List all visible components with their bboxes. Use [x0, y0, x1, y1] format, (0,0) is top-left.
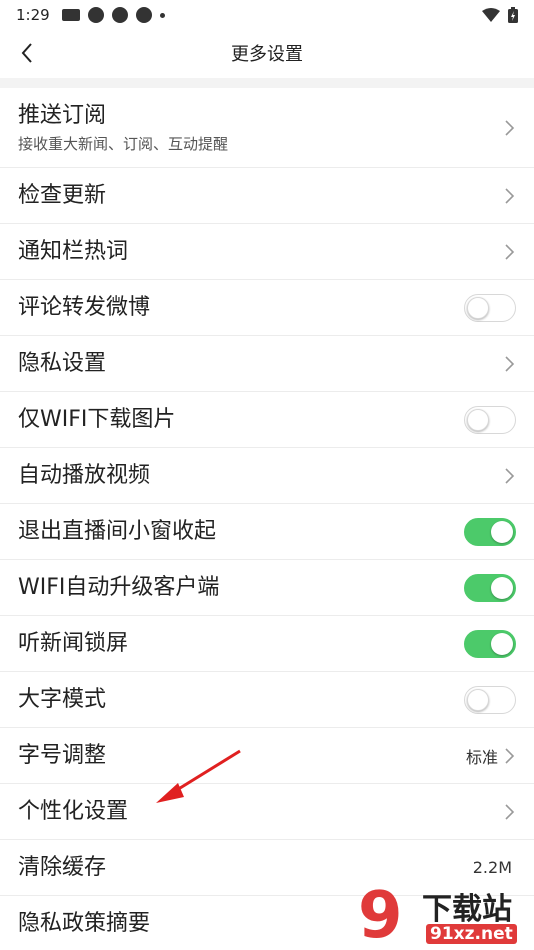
settings-row-text: 大字模式 — [18, 685, 464, 715]
chevron-right-icon — [502, 801, 516, 823]
settings-row-label: 推送订阅 — [18, 103, 107, 128]
settings-row-text: 评论转发微博 — [18, 293, 464, 323]
settings-row[interactable]: 推送订阅接收重大新闻、订阅、互动提醒 — [0, 88, 534, 168]
settings-row-label: 检查更新 — [18, 182, 107, 208]
settings-row-text: WIFI自动升级客户端 — [18, 573, 464, 603]
toggle-switch[interactable] — [464, 685, 516, 714]
toggle-knob — [467, 296, 489, 319]
settings-row[interactable]: 自动播放视频 — [0, 448, 534, 504]
toggle-switch[interactable] — [464, 517, 516, 546]
toggle-knob — [467, 688, 489, 711]
top-app-bar: 更多设置 — [0, 30, 534, 76]
chevron-right-icon — [502, 745, 516, 767]
settings-row-label: 个性化设置 — [18, 798, 129, 824]
settings-row[interactable]: 隐私设置 — [0, 336, 534, 392]
back-button[interactable] — [10, 36, 44, 70]
wifi-icon — [482, 8, 500, 22]
settings-row-label: 字号调整 — [18, 742, 107, 768]
settings-row[interactable]: 字号调整 标准 — [0, 728, 534, 784]
settings-row[interactable]: 退出直播间小窗收起 — [0, 504, 534, 560]
settings-row-label: 退出直播间小窗收起 — [18, 518, 217, 544]
status-bar: 1:29 — [0, 0, 534, 30]
chevron-right-icon — [502, 117, 516, 139]
watermark-logo: 9 — [358, 879, 403, 950]
settings-row-text: 退出直播间小窗收起 — [18, 517, 464, 547]
settings-row-label: 自动播放视频 — [18, 462, 151, 488]
chevron-right-icon — [502, 465, 516, 487]
settings-list: 推送订阅接收重大新闻、订阅、互动提醒检查更新通知栏热词评论转发微博 隐私设置仅WI… — [0, 88, 534, 950]
app-notification-icon — [87, 7, 104, 23]
news-app-icon — [61, 9, 80, 21]
watermark-domain: 91xz.net — [426, 924, 517, 944]
more-notifications-icon — [159, 12, 165, 18]
settings-row[interactable]: 听新闻锁屏 — [0, 616, 534, 672]
battery-icon — [508, 7, 518, 23]
settings-row-label: 大字模式 — [18, 686, 107, 712]
chevron-right-icon — [502, 185, 516, 207]
settings-row-text: 字号调整 — [18, 741, 466, 771]
app-notification-icon — [111, 7, 128, 23]
settings-row-label: 听新闻锁屏 — [18, 630, 129, 656]
settings-row-description: 接收重大新闻、订阅、互动提醒 — [18, 135, 229, 153]
toggle-switch[interactable] — [464, 629, 516, 658]
section-divider — [0, 78, 534, 88]
settings-row-text: 仅WIFI下载图片 — [18, 405, 464, 435]
chevron-right-icon — [502, 353, 516, 375]
toggle-switch[interactable] — [464, 405, 516, 434]
page-title: 更多设置 — [231, 44, 303, 65]
settings-row-text: 清除缓存 — [18, 853, 473, 883]
settings-row-text: 推送订阅接收重大新闻、订阅、互动提醒 — [18, 101, 502, 154]
back-arrow-icon — [21, 43, 32, 63]
toggle-knob — [491, 576, 513, 599]
app-notification-icon — [135, 7, 152, 23]
settings-row-text: 检查更新 — [18, 181, 502, 211]
chevron-right-icon — [502, 241, 516, 263]
settings-row[interactable]: 大字模式 — [0, 672, 534, 728]
settings-row[interactable]: 通知栏热词 — [0, 224, 534, 280]
settings-row-label: 评论转发微博 — [18, 294, 151, 320]
settings-row-label: 隐私设置 — [18, 350, 107, 376]
settings-row-value: 2.2M — [472, 858, 512, 877]
settings-row[interactable]: WIFI自动升级客户端 — [0, 560, 534, 616]
settings-row-text: 听新闻锁屏 — [18, 629, 464, 659]
settings-row-label: 清除缓存 — [18, 854, 107, 880]
settings-row[interactable]: 仅WIFI下载图片 — [0, 392, 534, 448]
notification-icons — [61, 7, 165, 23]
settings-row-text: 自动播放视频 — [18, 461, 502, 491]
watermark-text: 下载站 — [422, 892, 512, 927]
settings-row[interactable]: 评论转发微博 — [0, 280, 534, 336]
toggle-knob — [467, 408, 489, 431]
settings-row-label: 仅WIFI下载图片 — [18, 406, 176, 432]
settings-row-label: WIFI自动升级客户端 — [18, 574, 220, 600]
status-time: 1:29 — [16, 6, 50, 24]
settings-row-label: 通知栏热词 — [18, 238, 129, 264]
toggle-knob — [491, 632, 513, 655]
toggle-knob — [491, 520, 513, 543]
toggle-switch[interactable] — [464, 293, 516, 322]
settings-row-text: 个性化设置 — [18, 797, 502, 827]
settings-row-value: 标准 — [465, 747, 498, 767]
settings-row[interactable]: 检查更新 — [0, 168, 534, 224]
toggle-switch[interactable] — [464, 573, 516, 602]
settings-row-text: 通知栏热词 — [18, 237, 502, 267]
site-watermark: 9 下载站 91xz.net — [356, 880, 534, 950]
settings-row[interactable]: 个性化设置 — [0, 784, 534, 840]
settings-row-text: 隐私设置 — [18, 349, 502, 379]
